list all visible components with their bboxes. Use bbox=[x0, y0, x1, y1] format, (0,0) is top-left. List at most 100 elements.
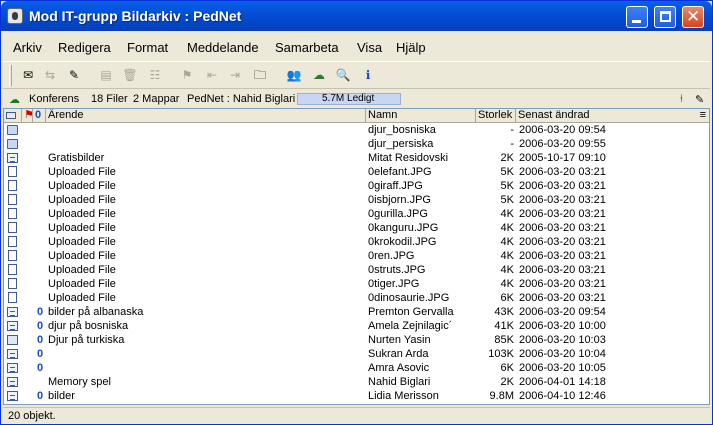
header-subject[interactable]: Ärende bbox=[46, 109, 366, 123]
status-bar: 20 objekt. bbox=[3, 407, 710, 424]
row-date: 2006-04-10 12:46 bbox=[519, 390, 606, 402]
row-name: 0elefant.JPG bbox=[368, 166, 432, 178]
menu-format[interactable]: Format bbox=[127, 40, 168, 55]
table-row[interactable]: 0 Sukran Arda 103K 2006-03-20 10:04 bbox=[4, 347, 709, 361]
row-name: Amela Zejnilagic´ bbox=[368, 320, 453, 332]
row-name: 0gurilla.JPG bbox=[368, 208, 428, 220]
row-date: 2006-03-20 10:04 bbox=[519, 348, 606, 360]
file-count: 18 Filer bbox=[91, 93, 128, 105]
status-text: 20 objekt. bbox=[8, 410, 56, 422]
table-row[interactable]: Uploaded File 0giraff.JPG 5K 2006-03-20 03:… bbox=[4, 179, 709, 193]
flag-icon[interactable]: ⚑ bbox=[178, 66, 196, 84]
row-size: 103K bbox=[488, 348, 514, 360]
row-size: - bbox=[510, 138, 514, 150]
table-row[interactable]: Uploaded File 0kanguru.JPG 4K 2006-03-20 03… bbox=[4, 221, 709, 235]
folder-icon bbox=[7, 125, 18, 135]
folder-icon[interactable]: 🗀 bbox=[251, 66, 269, 84]
row-name: Nurten Yasin bbox=[368, 334, 431, 346]
row-date: 2006-03-20 09:54 bbox=[519, 124, 606, 136]
info-bar: ☁ Konferens 18 Filer 2 Mappar PedNet : N… bbox=[3, 91, 710, 107]
table-row[interactable]: 0 bilder Lidia Merisson 9.8M 2006-04-10 12:4… bbox=[4, 389, 709, 403]
menu-arkiv[interactable]: Arkiv bbox=[13, 40, 42, 55]
table-row[interactable]: Gratisbilder Mitat Residovski 2K 2005-10-17… bbox=[4, 151, 709, 165]
row-name: 0tiger.JPG bbox=[368, 278, 420, 290]
reply-icon[interactable]: ⇆ bbox=[41, 66, 59, 84]
table-row[interactable]: Uploaded File 0ren.JPG 4K 2006-03-20 03:21 bbox=[4, 249, 709, 263]
header-attachment[interactable]: 0 bbox=[33, 109, 46, 123]
properties-icon[interactable]: ☷ bbox=[146, 66, 164, 84]
attachment-icon: 0 bbox=[37, 334, 44, 346]
table-row[interactable]: Uploaded File 0struts.JPG 4K 2006-03-20 03:… bbox=[4, 263, 709, 277]
conference-icon[interactable]: ☁ bbox=[310, 66, 328, 84]
compose-icon[interactable]: ✎ bbox=[65, 66, 83, 84]
row-name: Mitat Residovski bbox=[368, 152, 449, 164]
menu-redigera[interactable]: Redigera bbox=[58, 40, 111, 55]
table-row[interactable]: 0 djur på bosniska Amela Zejnilagic´ 41K 200… bbox=[4, 319, 709, 333]
row-name: Amra Asovic bbox=[368, 362, 430, 374]
toolbar-grip[interactable] bbox=[9, 65, 12, 86]
row-date: 2006-03-20 03:21 bbox=[519, 222, 606, 234]
minimize-button[interactable] bbox=[626, 6, 648, 28]
row-subject: bilder bbox=[48, 390, 75, 402]
row-name: Sukran Arda bbox=[368, 348, 429, 360]
header-flag[interactable]: ⚑ bbox=[22, 109, 33, 123]
people-icon[interactable]: 👥 bbox=[285, 66, 303, 84]
table-row[interactable]: 0 bilder på albanaska Premton Gervalla 43K 2… bbox=[4, 305, 709, 319]
search-icon[interactable]: 🔍 bbox=[334, 66, 352, 84]
header-name[interactable]: Namn bbox=[366, 109, 476, 123]
msg-icon bbox=[7, 377, 18, 387]
toolbar: ✉ ⇆ ✎ ▤ 🗑 ☷ ⚑ ⇤ ⇥ 🗀 👥 ☁ 🔍 ℹ bbox=[3, 61, 710, 89]
delete-icon[interactable]: 🗑 bbox=[121, 66, 139, 84]
new-message-icon[interactable]: ✉ bbox=[19, 66, 37, 84]
menu-samarbeta[interactable]: Samarbeta bbox=[275, 40, 339, 55]
table-row[interactable]: Uploaded File 0isbjorn.JPG 5K 2006-03-20 03… bbox=[4, 193, 709, 207]
table-row[interactable]: 0 Djur på turkiska Nurten Yasin 85K 2006-03-… bbox=[4, 333, 709, 347]
header-size[interactable]: Storlek bbox=[476, 109, 516, 123]
row-subject: Uploaded File bbox=[48, 236, 116, 248]
row-subject: djur på bosniska bbox=[48, 320, 129, 332]
table-row[interactable]: djur_persiska -2006-03-20 09:55 bbox=[4, 137, 709, 151]
next-icon[interactable]: ⇥ bbox=[226, 66, 244, 84]
row-size: 2K bbox=[500, 376, 514, 388]
info-icon[interactable]: ℹ bbox=[359, 66, 377, 84]
header-date[interactable]: Senast ändrad ≡ bbox=[516, 109, 709, 123]
print-icon[interactable]: ▤ bbox=[97, 66, 115, 84]
file-icon bbox=[8, 222, 17, 233]
row-name: 0ren.JPG bbox=[368, 250, 415, 262]
row-date: 2006-03-20 10:03 bbox=[519, 334, 606, 346]
title-bar[interactable]: Mod IT-grupp Bildarkiv : PedNet ✕ bbox=[1, 1, 712, 31]
row-subject: Uploaded File bbox=[48, 250, 116, 262]
table-row[interactable]: Uploaded File 0gurilla.JPG 4K 2006-03-20 03… bbox=[4, 207, 709, 221]
table-row[interactable]: Memory spel Nahid Biglari 2K 2006-04-01 14:… bbox=[4, 375, 709, 389]
menu-meddelande[interactable]: Meddelande bbox=[187, 40, 259, 55]
close-button[interactable]: ✕ bbox=[682, 6, 704, 28]
table-row[interactable]: djur_bosniska -2006-03-20 09:54 bbox=[4, 123, 709, 137]
header-date-label: Senast ändrad bbox=[518, 109, 590, 121]
table-row[interactable]: Uploaded File 0krokodil.JPG 4K 2006-03-20 0… bbox=[4, 235, 709, 249]
menu-hjalp[interactable]: Hjälp bbox=[396, 40, 426, 55]
maximize-icon bbox=[660, 11, 671, 22]
app-icon[interactable] bbox=[7, 8, 23, 24]
row-subject: Uploaded File bbox=[48, 264, 116, 276]
table-row[interactable]: Uploaded File 0tiger.JPG 4K 2006-03-20 03:2… bbox=[4, 277, 709, 291]
menu-visa[interactable]: Visa bbox=[357, 40, 382, 55]
row-date: 2006-03-20 03:21 bbox=[519, 180, 606, 192]
file-icon bbox=[8, 180, 17, 191]
row-size: 6K bbox=[500, 292, 514, 304]
conference-icon: ☁ bbox=[9, 94, 20, 106]
online-icon[interactable]: ⍿ bbox=[680, 93, 683, 106]
table-row[interactable]: Uploaded File 0elefant.JPG 5K 2006-03-20 03… bbox=[4, 165, 709, 179]
table-row[interactable]: 0 Amra Asovic 6K 2006-03-20 10:05 bbox=[4, 361, 709, 375]
maximize-button[interactable] bbox=[654, 6, 676, 28]
header-type[interactable] bbox=[4, 109, 22, 123]
edit-icon[interactable]: ✎ bbox=[695, 93, 704, 106]
row-date: 2006-04-01 14:18 bbox=[519, 376, 606, 388]
table-row[interactable]: Uploaded File 0dinosaurie.JPG 6K 2006-03-20… bbox=[4, 291, 709, 305]
msg-icon bbox=[7, 153, 18, 163]
previous-icon[interactable]: ⇤ bbox=[203, 66, 221, 84]
file-list[interactable]: ⚑ 0 Ärende Namn Storlek Senast ändrad ≡ d… bbox=[3, 108, 710, 405]
row-date: 2006-03-20 03:21 bbox=[519, 250, 606, 262]
row-subject: Uploaded File bbox=[48, 194, 116, 206]
row-size: 5K bbox=[500, 166, 514, 178]
row-subject: Djur på turkiska bbox=[48, 334, 125, 346]
